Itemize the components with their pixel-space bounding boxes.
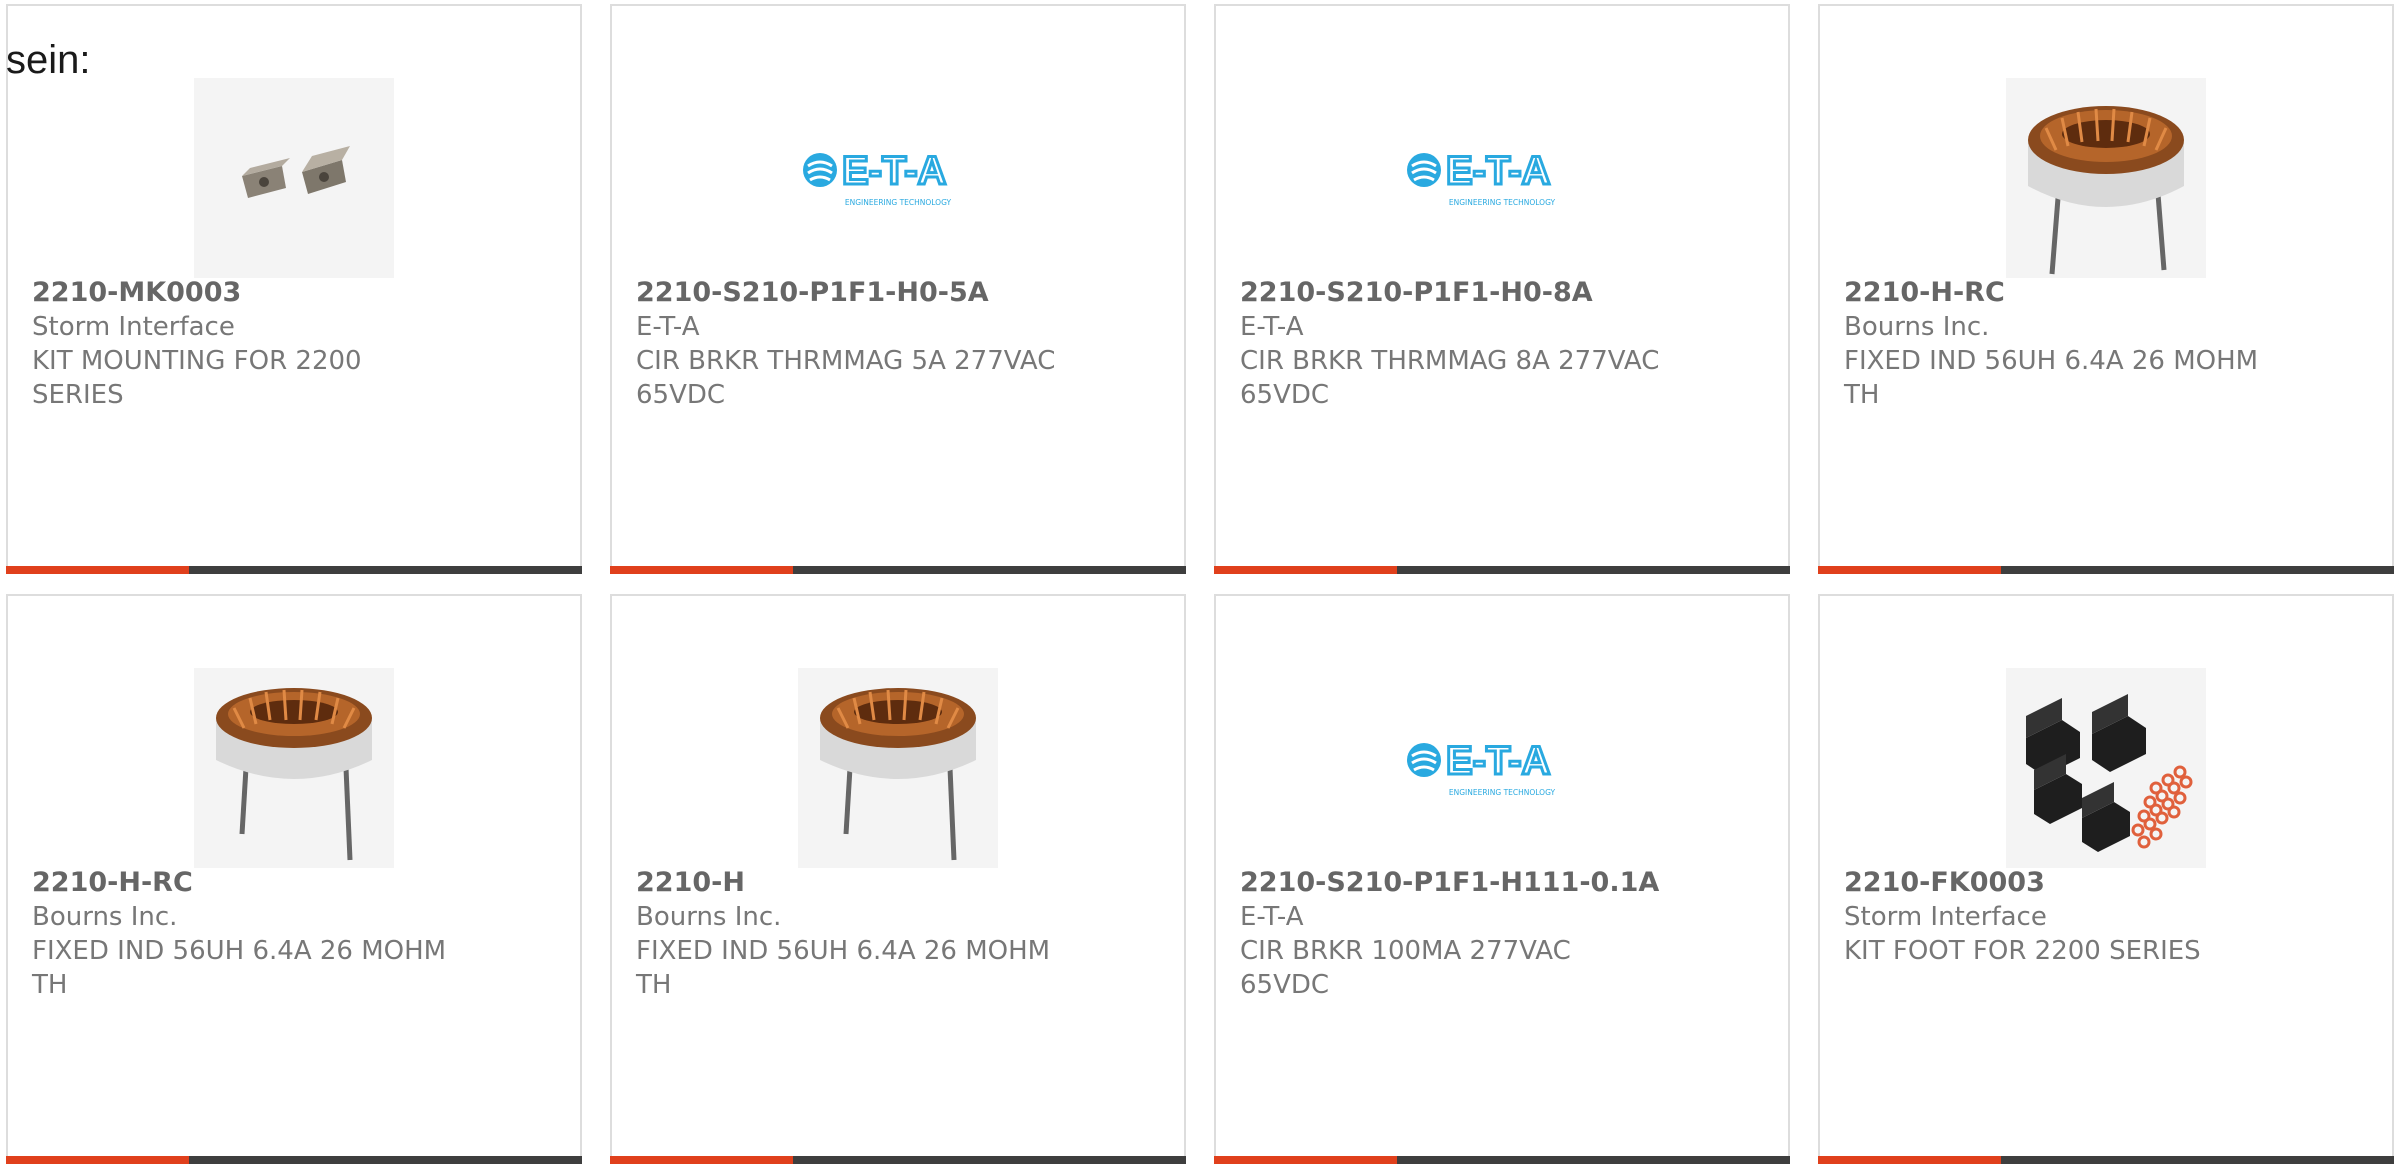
manufacturer: Bourns Inc. xyxy=(1844,312,1990,342)
part-number[interactable]: 2210-FK0003 xyxy=(1844,866,2368,900)
card-bar xyxy=(610,566,1186,574)
description: KIT MOUNTING FOR 2200 SERIES xyxy=(32,346,362,410)
description: FIXED IND 56UH 6.4A 26 MOHM TH xyxy=(32,936,447,1000)
product-card[interactable]: 2210-FK0003 Storm Interface KIT FOOT FOR… xyxy=(1818,594,2394,1164)
intro-text: sein: xyxy=(6,38,91,82)
part-number[interactable]: 2210-S210-P1F1-H0-8A xyxy=(1240,276,1764,310)
description: KIT FOOT FOR 2200 SERIES xyxy=(1844,936,2201,966)
toroid-inductor-icon[interactable] xyxy=(798,668,998,868)
logo-text: E-T-A xyxy=(1446,149,1550,193)
description: CIR BRKR THRMMAG 8A 277VAC 65VDC xyxy=(1240,346,1660,410)
manufacturer: E-T-A xyxy=(1240,902,1304,932)
eta-logo-icon[interactable]: E-T-A ENGINEERING TECHNOLOGY xyxy=(1402,668,1602,868)
part-number[interactable]: 2210-H-RC xyxy=(1844,276,2368,310)
card-bar xyxy=(1214,566,1790,574)
part-number[interactable]: 2210-S210-P1F1-H0-5A xyxy=(636,276,1160,310)
product-card[interactable]: E-T-A ENGINEERING TECHNOLOGY 2210-S210-P… xyxy=(1214,4,1790,574)
eta-logo-icon[interactable]: E-T-A ENGINEERING TECHNOLOGY xyxy=(798,78,998,278)
product-card[interactable]: 2210-H-RC Bourns Inc. FIXED IND 56UH 6.4… xyxy=(6,594,582,1164)
manufacturer: Bourns Inc. xyxy=(636,902,782,932)
product-card[interactable]: E-T-A ENGINEERING TECHNOLOGY 2210-S210-P… xyxy=(610,4,1186,574)
description: CIR BRKR THRMMAG 5A 277VAC 65VDC xyxy=(636,346,1056,410)
card-bar xyxy=(1818,1156,2394,1164)
logo-tagline: ENGINEERING TECHNOLOGY xyxy=(1449,198,1556,207)
manufacturer: Storm Interface xyxy=(32,312,235,342)
part-number[interactable]: 2210-H xyxy=(636,866,1160,900)
part-number[interactable]: 2210-S210-P1F1-H111-0.1A xyxy=(1240,866,1764,900)
mounting-clip-icon[interactable] xyxy=(194,78,394,278)
manufacturer: E-T-A xyxy=(1240,312,1304,342)
product-card[interactable]: 2210-H Bourns Inc. FIXED IND 56UH 6.4A 2… xyxy=(610,594,1186,1164)
toroid-inductor-icon[interactable] xyxy=(194,668,394,868)
manufacturer: Storm Interface xyxy=(1844,902,2047,932)
card-bar xyxy=(6,566,582,574)
description: FIXED IND 56UH 6.4A 26 MOHM TH xyxy=(1844,346,2259,410)
logo-text: E-T-A xyxy=(1446,739,1550,783)
manufacturer: Bourns Inc. xyxy=(32,902,178,932)
card-bar xyxy=(1214,1156,1790,1164)
card-bar xyxy=(1818,566,2394,574)
part-number[interactable]: 2210-MK0003 xyxy=(32,276,556,310)
foot-kit-icon[interactable] xyxy=(2006,668,2206,868)
toroid-inductor-icon[interactable] xyxy=(2006,78,2206,278)
logo-tagline: ENGINEERING TECHNOLOGY xyxy=(845,198,952,207)
product-card[interactable]: 2210-MK0003 Storm Interface KIT MOUNTING… xyxy=(6,4,582,574)
card-bar xyxy=(6,1156,582,1164)
card-bar xyxy=(610,1156,1186,1164)
manufacturer: E-T-A xyxy=(636,312,700,342)
description: FIXED IND 56UH 6.4A 26 MOHM TH xyxy=(636,936,1051,1000)
product-card[interactable]: E-T-A ENGINEERING TECHNOLOGY 2210-S210-P… xyxy=(1214,594,1790,1164)
product-card[interactable]: 2210-H-RC Bourns Inc. FIXED IND 56UH 6.4… xyxy=(1818,4,2394,574)
logo-tagline: ENGINEERING TECHNOLOGY xyxy=(1449,788,1556,797)
eta-logo-icon[interactable]: E-T-A ENGINEERING TECHNOLOGY xyxy=(1402,78,1602,278)
part-number[interactable]: 2210-H-RC xyxy=(32,866,556,900)
description: CIR BRKR 100MA 277VAC 65VDC xyxy=(1240,936,1571,1000)
logo-text: E-T-A xyxy=(842,149,946,193)
